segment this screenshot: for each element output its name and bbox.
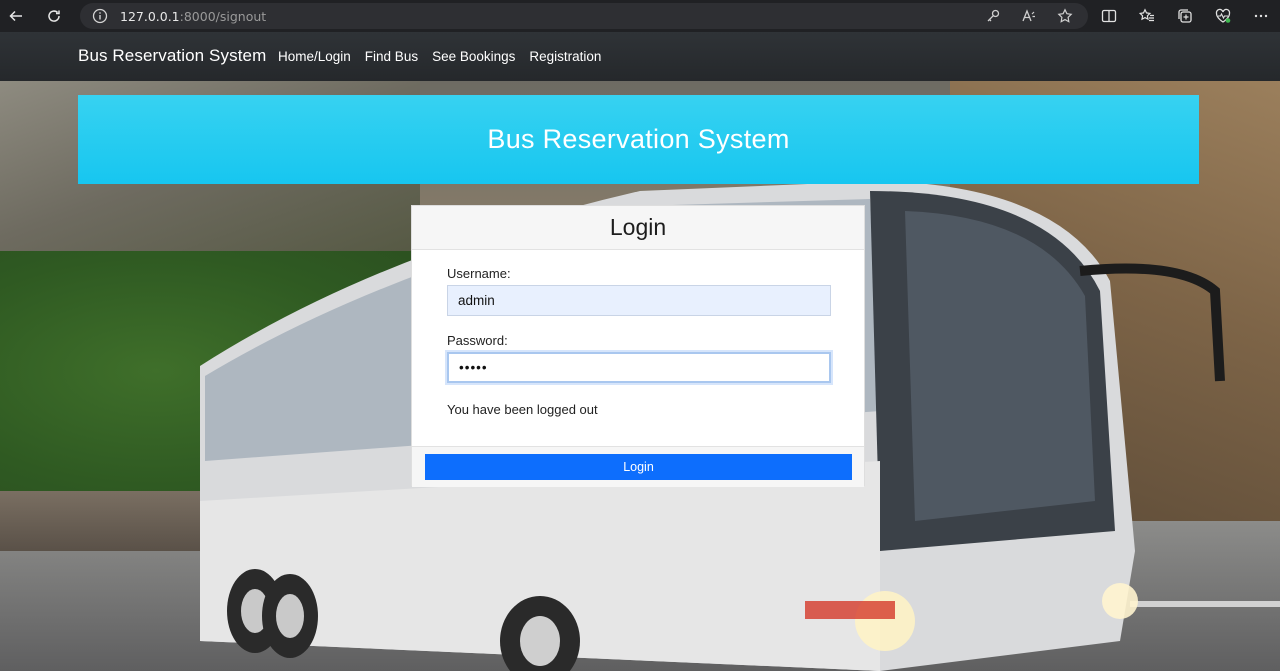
hero-title: Bus Reservation System [487, 124, 790, 154]
collections-icon[interactable] [1176, 7, 1194, 25]
nav-links: Home/Login Find Bus See Bookings Registr… [278, 49, 601, 64]
navbar-brand[interactable]: Bus Reservation System [78, 46, 266, 66]
key-icon[interactable] [984, 7, 1002, 25]
site-navbar: Bus Reservation System Home/Login Find B… [0, 32, 1280, 81]
address-bar[interactable]: 127.0.0.1:8000/signout [80, 3, 1088, 29]
username-label: Username: [447, 266, 511, 281]
refresh-icon[interactable] [42, 4, 66, 28]
hero-banner: Bus Reservation System [78, 95, 1199, 184]
url-host: 127.0.0.1 [120, 8, 180, 24]
nav-link-see-bookings[interactable]: See Bookings [432, 49, 515, 64]
split-screen-icon[interactable] [1100, 7, 1118, 25]
login-title: Login [609, 214, 667, 240]
url-path: :8000/signout [179, 8, 267, 24]
more-icon[interactable] [1252, 7, 1270, 25]
browser-toolbar: 127.0.0.1:8000/signout [0, 0, 1280, 32]
favorites-icon[interactable] [1138, 7, 1156, 25]
username-input[interactable] [447, 285, 831, 316]
password-label: Password: [447, 333, 508, 348]
login-card-footer: Login [412, 446, 864, 487]
favorite-star-icon[interactable] [1056, 7, 1074, 25]
nav-link-find-bus[interactable]: Find Bus [365, 49, 418, 64]
login-button[interactable]: Login [425, 454, 852, 480]
logout-message: You have been logged out [447, 402, 598, 417]
url-text[interactable]: 127.0.0.1:8000/signout [120, 9, 266, 24]
password-input[interactable] [447, 352, 831, 383]
login-card-header: Login [412, 206, 864, 250]
nav-link-registration[interactable]: Registration [529, 49, 601, 64]
nav-link-home-login[interactable]: Home/Login [278, 49, 351, 64]
read-aloud-icon[interactable] [1020, 7, 1038, 25]
back-icon[interactable] [4, 4, 28, 28]
health-icon[interactable] [1214, 7, 1232, 25]
info-icon[interactable] [92, 8, 108, 24]
login-card: Login Username: Password: You have been … [411, 205, 865, 487]
